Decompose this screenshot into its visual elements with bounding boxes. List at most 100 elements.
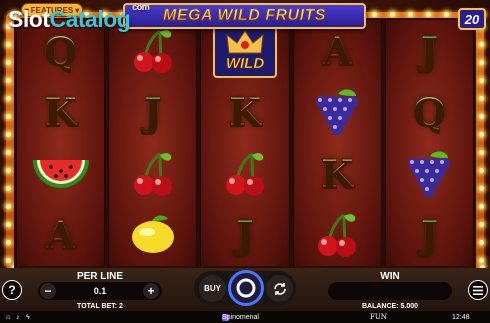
wild-symbol: WILD (213, 23, 277, 78)
light-bulb (479, 114, 484, 119)
symbol-letter: A (322, 27, 353, 73)
grapes-icon (404, 148, 454, 200)
currency: FUN (370, 313, 387, 321)
reel-grid: Q K A J WILD K J A K J Q J (14, 18, 476, 268)
lemon-icon (128, 213, 178, 257)
balance: BALANCE: 5.000 (361, 303, 418, 310)
light-bulb (426, 12, 431, 17)
symbol-letter: Q (412, 89, 446, 135)
reel-2: J (108, 20, 198, 267)
help-button[interactable]: ? (2, 280, 22, 300)
light-bulb (479, 240, 484, 245)
symbol-cell: K (201, 82, 288, 144)
light-bulb (479, 150, 484, 155)
symbol-cell: A (294, 20, 381, 82)
spin-button[interactable] (228, 270, 264, 306)
light-bulb (444, 12, 449, 17)
win-label: WIN (380, 271, 400, 282)
active-lines-badge: 20 (458, 8, 486, 30)
plus-button[interactable]: + (143, 283, 159, 299)
light-bulb (390, 12, 395, 17)
reel-3: WILD K J (200, 20, 290, 267)
symbol-letter: A (45, 212, 76, 258)
symbol-cell (201, 143, 288, 205)
per-line-value: 0.1 (93, 286, 107, 296)
game-title-banner: MEGA WILD FRUITS (123, 3, 366, 29)
symbol-letter: Q (44, 27, 78, 73)
win-display (328, 282, 452, 300)
light-bulb (6, 168, 11, 173)
symbol-letter: K (228, 89, 262, 135)
cherries-icon (314, 211, 360, 259)
watermark-catalog: Catalog (49, 6, 131, 32)
symbol-cell: K (294, 143, 381, 205)
game-stage: Q K A J WILD K J A K J Q J MEGA WILD FRUITS ▾ FEATU… (0, 0, 490, 323)
cherries-icon (130, 27, 176, 75)
light-bulb (6, 258, 11, 263)
symbol-cell (17, 143, 104, 205)
light-bulb (6, 114, 11, 119)
light-bulb (479, 96, 484, 101)
symbol-cell: J (109, 82, 196, 144)
symbol-letter: J (236, 212, 255, 258)
symbol-letter: K (44, 89, 78, 135)
grapes-icon (312, 86, 362, 138)
symbol-cell: Q (386, 82, 473, 144)
autoplay-button[interactable] (266, 275, 293, 302)
reel-1: QK A (16, 20, 106, 267)
symbol-cell (109, 143, 196, 205)
symbol-cell: J (201, 205, 288, 267)
home-icon[interactable]: ⌂ (6, 314, 10, 321)
sound-icon[interactable]: ♪ (16, 314, 20, 321)
menu-icon (473, 285, 483, 295)
light-bulb (372, 12, 377, 17)
light-bulb (479, 60, 484, 65)
light-bulb (479, 132, 484, 137)
light-bulb (479, 258, 484, 263)
provider-name: Spinomenal (222, 313, 259, 321)
cherries-icon (130, 150, 176, 198)
cherries-icon (222, 150, 268, 198)
light-bulb (479, 222, 484, 227)
speed-icon[interactable]: ϟ (26, 314, 30, 321)
minus-button[interactable]: − (40, 283, 56, 299)
light-bulb (479, 42, 484, 47)
light-bulb (6, 186, 11, 191)
light-bulb (6, 132, 11, 137)
symbol-letter: J (420, 27, 439, 73)
light-bulb (6, 240, 11, 245)
reel-4: AK (292, 20, 382, 267)
crown-icon (226, 30, 264, 54)
light-bulb (6, 96, 11, 101)
clock: 12:48 (452, 313, 470, 321)
buy-button[interactable]: BUY (199, 275, 226, 302)
light-bulb (6, 222, 11, 227)
symbol-cell: K (17, 82, 104, 144)
symbol-letter: K (320, 150, 354, 196)
light-bulb (6, 204, 11, 209)
game-title: MEGA WILD FRUITS (163, 7, 326, 25)
symbol-cell: A (17, 205, 104, 267)
symbol-letter: J (143, 89, 162, 135)
light-bulb (6, 78, 11, 83)
symbol-cell (109, 205, 196, 267)
footer-bar: ⌂ ♪ ϟ Spinomenal FUN 12:48 (0, 311, 490, 323)
light-bulb (408, 12, 413, 17)
total-bet: TOTAL BET: 2 (77, 303, 123, 310)
symbol-cell (386, 143, 473, 205)
light-bulb (479, 78, 484, 83)
symbol-letter: J (420, 212, 439, 258)
light-bulb (6, 60, 11, 65)
menu-button[interactable] (468, 280, 488, 300)
symbol-cell: J (386, 205, 473, 267)
per-line-label: PER LINE (76, 271, 124, 282)
spin-icon (236, 278, 256, 298)
wild-label: WILD (225, 55, 265, 73)
light-bulb (6, 150, 11, 155)
light-bulb (479, 168, 484, 173)
watermark-logo: SlotCatalog com (8, 2, 150, 33)
reel-5: JQJ (384, 20, 475, 267)
light-bulb (479, 204, 484, 209)
symbol-cell (294, 205, 381, 267)
light-bulb (479, 186, 484, 191)
